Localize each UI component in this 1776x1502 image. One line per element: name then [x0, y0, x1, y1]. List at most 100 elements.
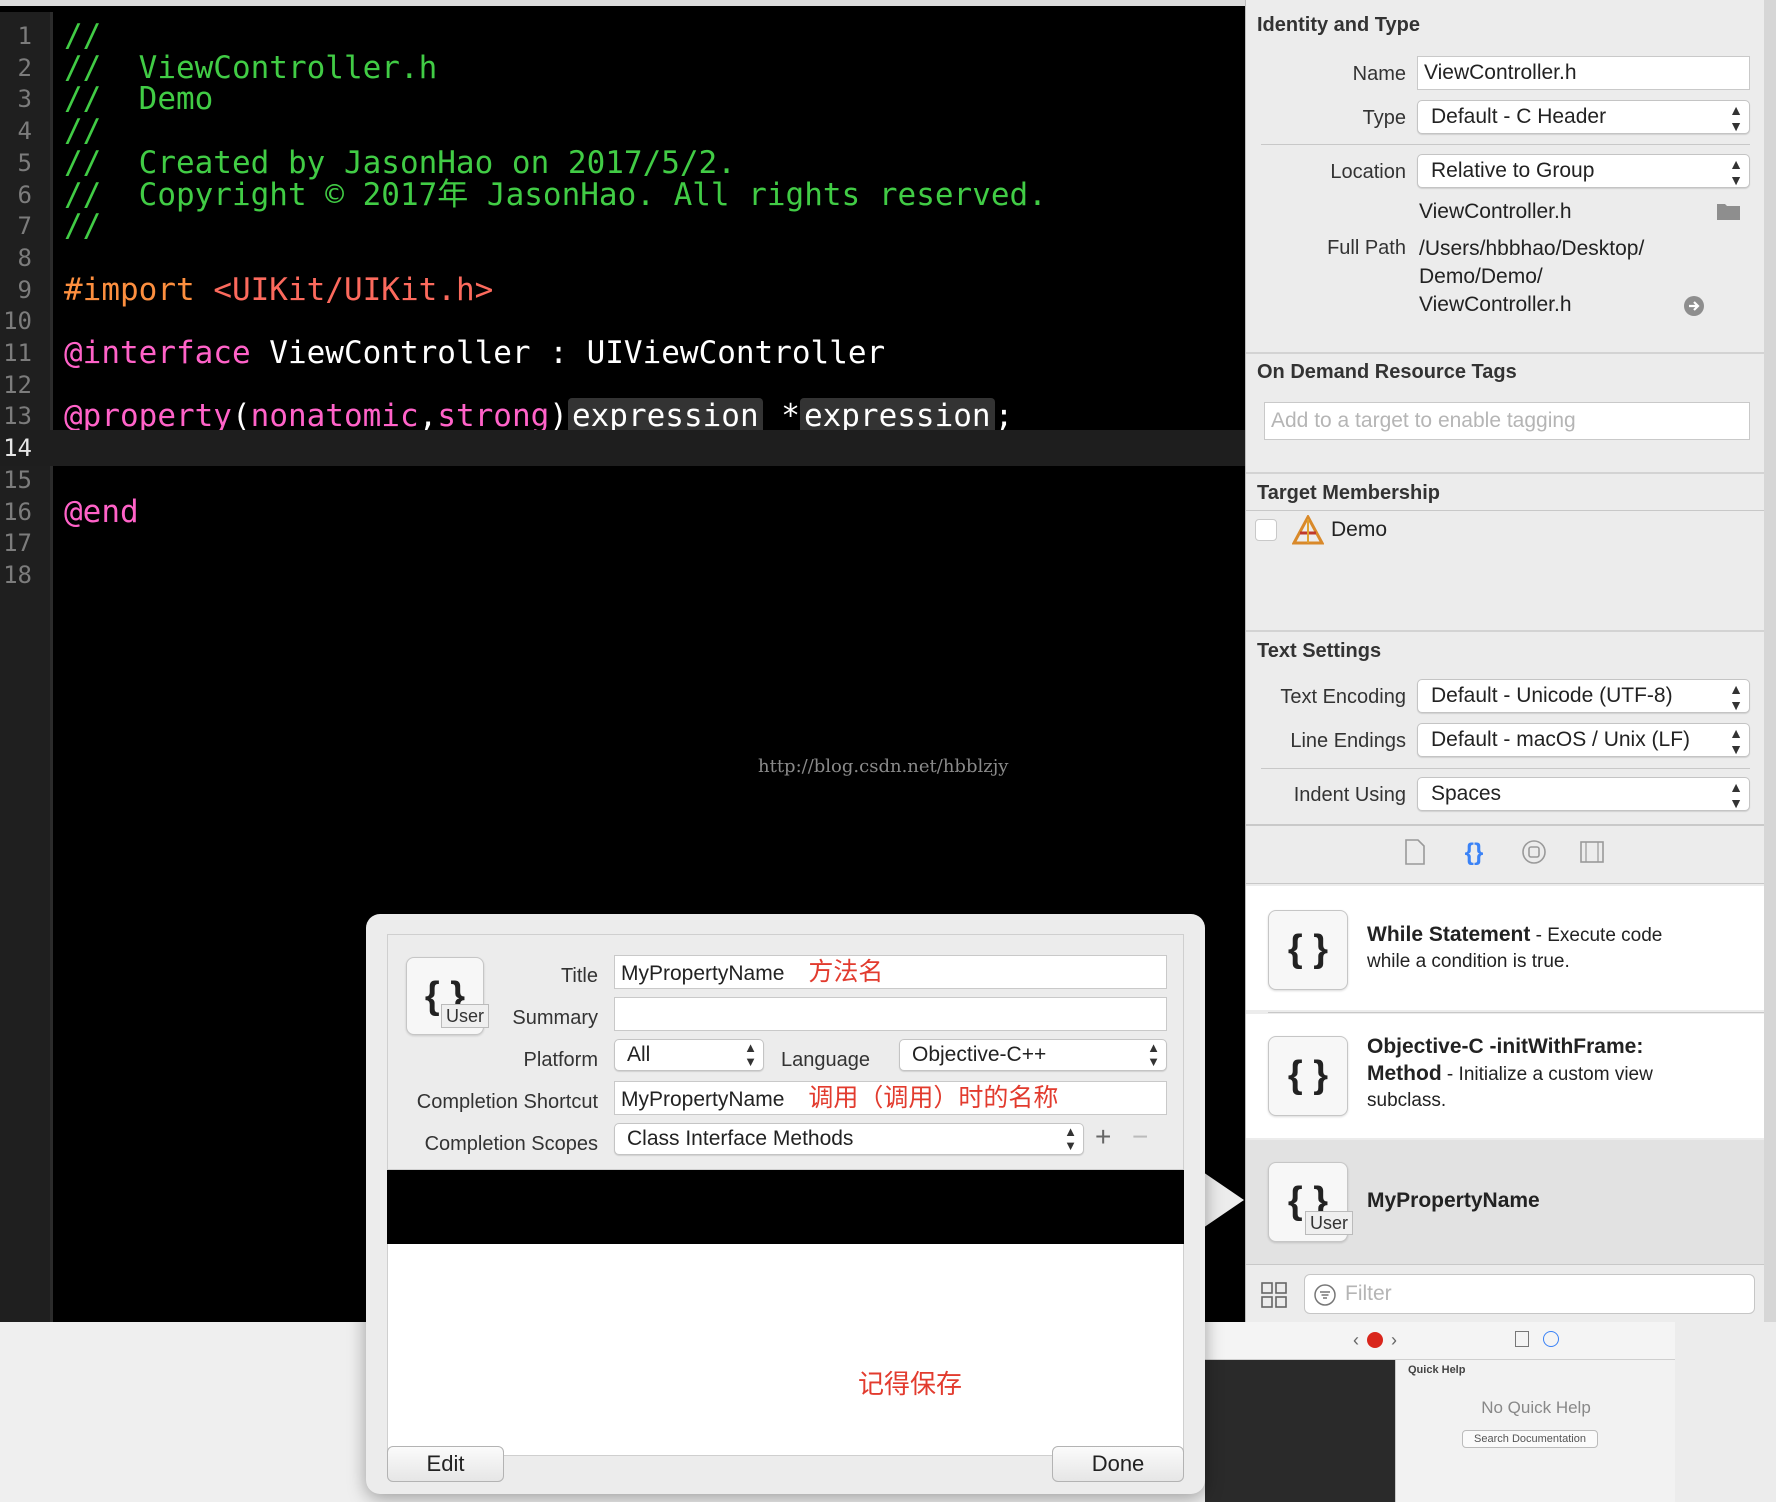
code-line[interactable]: 4 // — [0, 113, 1245, 149]
snippet-user-icon: { } User — [406, 957, 489, 1035]
code-token: // Created by JasonHao on 2017/5/2. — [64, 144, 736, 181]
snippet-form: { } User Title MyPropertyName 方法名 Summary … — [387, 934, 1184, 1170]
code-line[interactable]: 13 @property(nonatomic,strong) expression … — [0, 398, 1245, 435]
type-value: Default - C Header — [1431, 105, 1607, 128]
section-tags-title: On Demand Resource Tags — [1257, 361, 1517, 383]
code-line[interactable]: 16 @end — [0, 494, 1245, 530]
code-line[interactable]: 1 // — [0, 18, 1245, 54]
code-token: // — [64, 208, 102, 245]
popup-arrows-icon: ▲ ▼ — [1729, 681, 1743, 713]
indent-popup[interactable]: Spaces ▲ ▼ — [1417, 777, 1750, 811]
section-divider — [1246, 630, 1765, 632]
tags-field[interactable]: Add to a target to enable tagging — [1264, 402, 1750, 440]
code-line[interactable]: 15 — [0, 462, 1245, 498]
nav-forward-icon[interactable]: › — [1391, 1330, 1397, 1351]
code-token: // Copyright © 2017年 JasonHao. All right… — [64, 176, 1047, 213]
code-text: @property(nonatomic,strong) expression * e… — [64, 398, 1013, 435]
code-line[interactable]: 18 — [0, 557, 1245, 593]
filter-icon — [1314, 1284, 1336, 1306]
no-quick-help-text: No Quick Help — [1481, 1398, 1591, 1417]
completion-shortcut-field[interactable]: MyPropertyName 调用（调用）时的名称 — [614, 1081, 1167, 1115]
fullpath-line1: /Users/hbbhao/Desktop/ — [1419, 237, 1645, 260]
document-icon — [1405, 839, 1425, 865]
fullpath-line2: Demo/Demo/ — [1419, 265, 1543, 288]
folder-icon[interactable] — [1716, 201, 1742, 221]
placeholder-token[interactable]: expression — [799, 398, 995, 435]
code-line[interactable]: 9 #import <UIKit/UIKit.h> — [0, 272, 1245, 308]
snippet-braces-icon: { } User — [1268, 1162, 1353, 1242]
quick-help-tab-icon[interactable] — [1543, 1331, 1559, 1347]
code-token: strong — [437, 398, 550, 435]
snippet-item-mypropertyname[interactable]: { } User MyPropertyName — [1246, 1140, 1765, 1264]
code-text: // ViewController.h — [64, 50, 437, 86]
shortcut-annotation: 调用（调用）时的名称 — [808, 1084, 1059, 1112]
nav-back-icon[interactable]: ‹ — [1353, 1330, 1359, 1351]
code-text: // — [64, 208, 101, 244]
code-line[interactable]: 3 // Demo — [0, 81, 1245, 117]
reveal-arrow-icon[interactable] — [1683, 295, 1705, 317]
code-snippet-library-tab[interactable]: {} — [1459, 838, 1489, 868]
code-line[interactable]: 12 — [0, 367, 1245, 403]
type-popup[interactable]: Default - C Header ▲ ▼ — [1417, 100, 1750, 134]
code-line[interactable]: 2 // ViewController.h — [0, 50, 1245, 86]
platform-label: Platform — [523, 1049, 598, 1071]
completion-scopes-popup[interactable]: Class Interface Methods ▲ ▼ — [614, 1123, 1084, 1155]
done-button[interactable]: Done — [1052, 1446, 1184, 1482]
line-endings-popup[interactable]: Default - macOS / Unix (LF) ▲ ▼ — [1417, 723, 1750, 757]
file-template-library-tab[interactable] — [1400, 838, 1430, 868]
code-line[interactable]: 14 — [0, 430, 1245, 467]
code-line[interactable]: 17 — [0, 525, 1245, 561]
edit-button[interactable]: Edit — [387, 1446, 504, 1482]
line-number: 11 — [3, 339, 32, 367]
add-scope-button[interactable]: + — [1095, 1121, 1111, 1153]
watermark: http://blog.csdn.net/hbblzjy — [758, 756, 1009, 777]
location-popup[interactable]: Relative to Group ▲ ▼ — [1417, 154, 1750, 188]
library-divider — [1246, 824, 1765, 826]
code-line[interactable]: 8 — [0, 240, 1245, 276]
file-inspector-tab-icon[interactable] — [1515, 1331, 1529, 1347]
line-number: 10 — [3, 307, 32, 336]
snippet-code-blank-area[interactable]: 记得保存 — [387, 1244, 1184, 1456]
code-line[interactable]: 11 @interface ViewController : UIViewCont… — [0, 335, 1245, 371]
indent-value: Spaces — [1431, 782, 1502, 805]
user-badge: User — [1304, 1211, 1353, 1235]
code-line[interactable]: 7 // — [0, 208, 1245, 244]
remove-scope-button[interactable]: − — [1132, 1121, 1148, 1153]
summary-field[interactable] — [614, 997, 1167, 1031]
encoding-popup[interactable]: Default - Unicode (UTF-8) ▲ ▼ — [1417, 679, 1750, 713]
grid-view-icon[interactable] — [1260, 1281, 1288, 1309]
title-field[interactable]: MyPropertyName 方法名 — [614, 955, 1167, 989]
name-field[interactable]: ViewController.h — [1417, 56, 1750, 90]
code-token: ViewController : UIViewController — [250, 335, 886, 371]
snippet-code-editor[interactable]: @property(nonatomic,strong)expression * … — [387, 1170, 1184, 1387]
snippet-desc-2: while a condition is true. — [1367, 951, 1570, 972]
snippet-item-while[interactable]: { } While Statement - Execute code while… — [1246, 886, 1765, 1010]
snippet-description: While Statement - Execute code while a c… — [1367, 922, 1757, 975]
target-checkbox[interactable] — [1255, 519, 1277, 541]
code-token: @interface — [64, 335, 251, 371]
code-line[interactable]: 5 // Created by JasonHao on 2017/5/2. — [0, 145, 1245, 181]
line-number: 7 — [17, 212, 32, 241]
completion-shortcut-value: MyPropertyName — [621, 1088, 785, 1111]
snippet-item-initwithframe[interactable]: { } Objective-C -initWithFrame: Method -… — [1246, 1014, 1765, 1138]
completion-shortcut-label: Completion Shortcut — [416, 1091, 598, 1113]
media-library-tab[interactable] — [1577, 838, 1607, 868]
code-line[interactable]: 6 // Copyright © 2017年 JasonHao. All righ… — [0, 177, 1245, 213]
divider — [1261, 144, 1750, 145]
object-library-tab[interactable] — [1519, 838, 1549, 868]
code-token: #import — [64, 271, 214, 308]
placeholder-token[interactable]: expression — [567, 398, 763, 435]
platform-value: All — [627, 1043, 651, 1066]
snippet-title-2: Method — [1367, 1062, 1442, 1085]
line-number: 5 — [17, 148, 32, 177]
language-popup[interactable]: Objective-C++ ▲ ▼ — [899, 1039, 1167, 1071]
filter-field[interactable]: Filter — [1304, 1274, 1755, 1314]
line-endings-label: Line Endings — [1290, 730, 1406, 752]
code-line[interactable]: 10 — [0, 303, 1245, 339]
code-token: <UIKit/UIKit.h> — [213, 271, 494, 308]
search-documentation-button[interactable]: Search Documentation — [1462, 1430, 1598, 1448]
type-label: Type — [1362, 107, 1406, 129]
fullpath-label: Full Path — [1327, 237, 1406, 259]
platform-popup[interactable]: All ▲ ▼ — [614, 1039, 764, 1071]
code-text: @end — [64, 494, 139, 530]
